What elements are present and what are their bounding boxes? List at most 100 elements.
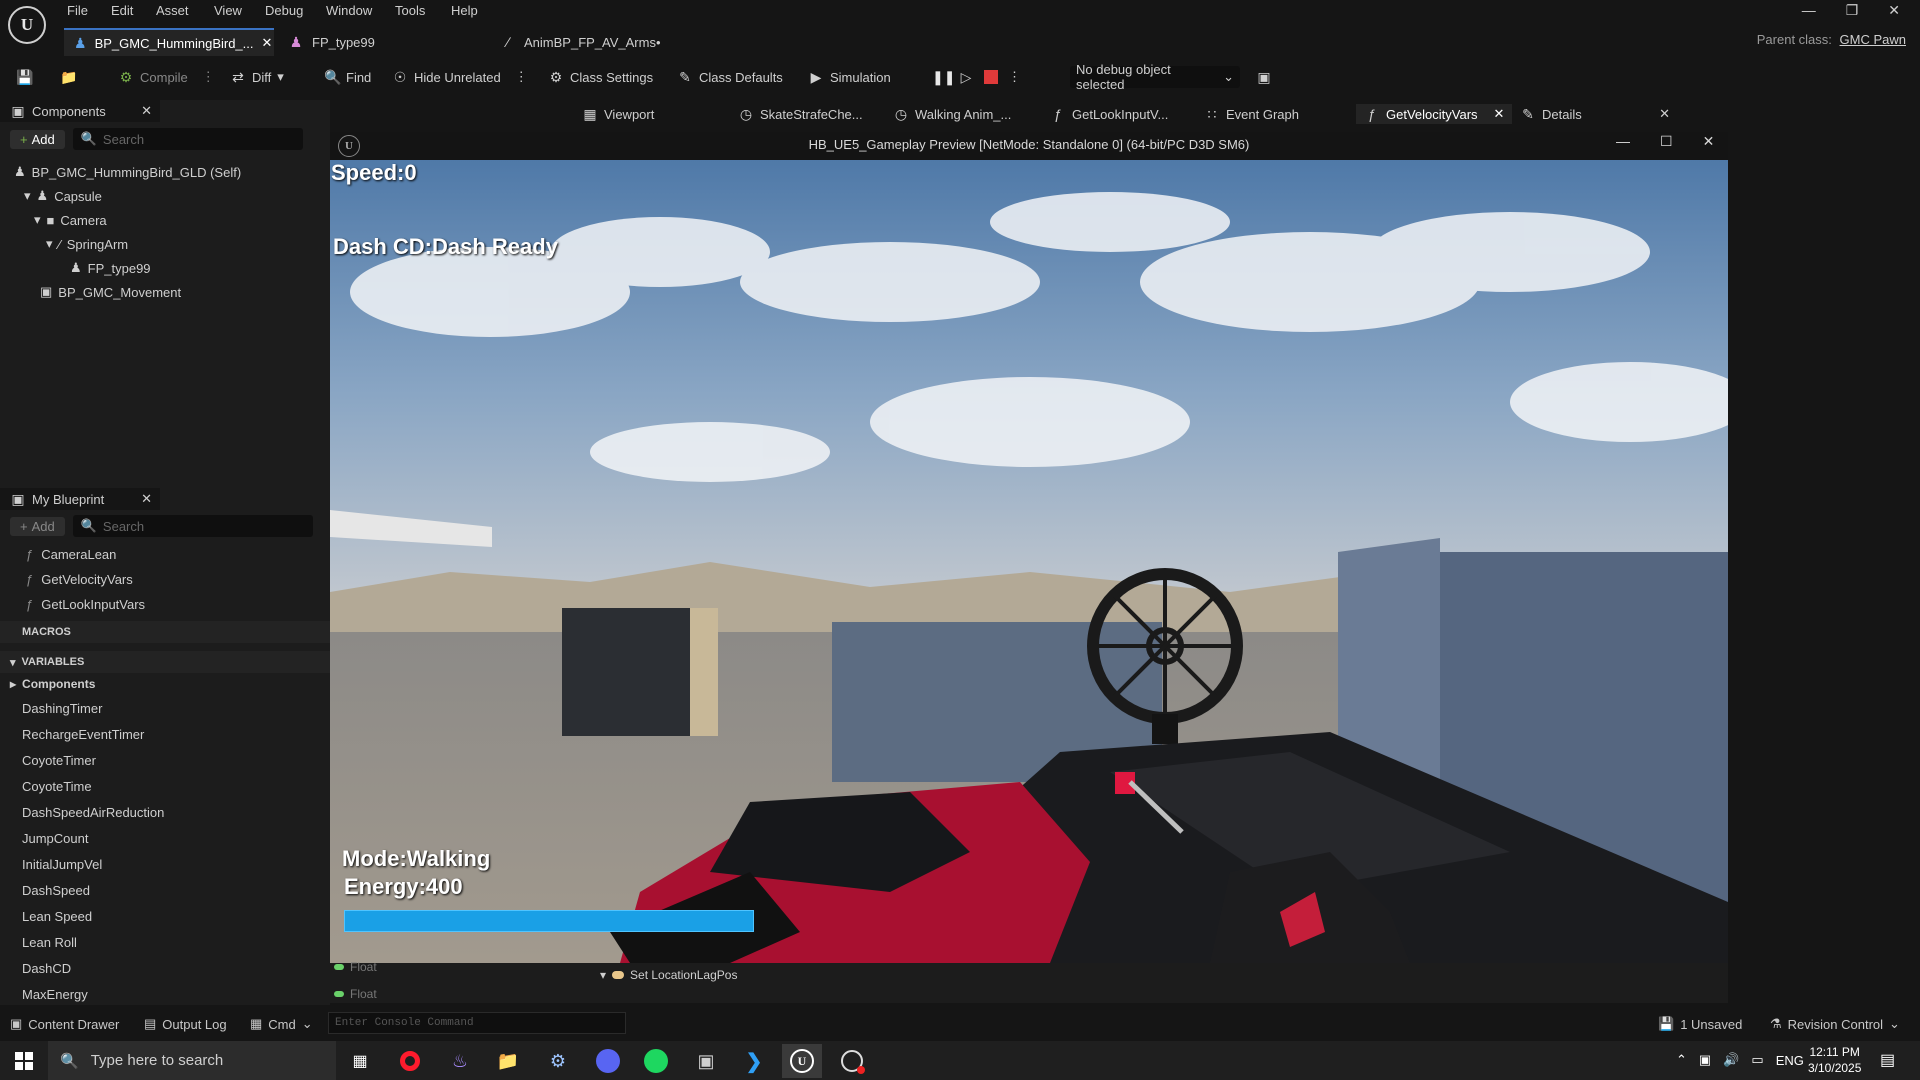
tree-item-camera[interactable]: ▾ ■ Camera (0, 208, 330, 232)
pause-icon[interactable]: ❚❚ (932, 70, 955, 84)
menu-edit[interactable]: Edit (111, 3, 133, 18)
tree-item-self[interactable]: ♟ BP_GMC_HummingBird_GLD (Self) (0, 160, 330, 184)
float-var-row[interactable]: Float (334, 987, 377, 1001)
menu-view[interactable]: View (214, 3, 242, 18)
variable-item[interactable]: DashSpeed (0, 877, 330, 903)
menu-help[interactable]: Help (451, 3, 478, 18)
tab-walking-anim[interactable]: ◷ Walking Anim_... (893, 104, 1011, 124)
tree-item-fp-type99[interactable]: ♟ FP_type99 (0, 256, 330, 280)
save-icon[interactable]: 💾 (16, 66, 33, 88)
menu-window[interactable]: Window (326, 3, 372, 18)
revision-control-button[interactable]: ⚗ Revision Control ⌄ (1770, 1016, 1900, 1032)
stop-icon[interactable] (984, 70, 998, 84)
unreal-taskbar-icon[interactable]: U (782, 1044, 822, 1078)
debug-filter-icon[interactable]: ▣ (1256, 66, 1272, 88)
doc-tab-fp-type99[interactable]: ♟ FP_type99 (278, 28, 458, 56)
variable-item[interactable]: DashingTimer (0, 695, 330, 721)
minimize-icon[interactable]: — (1616, 133, 1630, 150)
find-button[interactable]: 🔍 Find (324, 66, 371, 88)
tree-item-movement[interactable]: ▣ BP_GMC_Movement (0, 280, 330, 304)
steam-icon[interactable]: ⚙ (538, 1044, 578, 1078)
chevron-up-icon[interactable]: ⌃ (1676, 1052, 1687, 1068)
browse-icon[interactable]: 📁 (60, 66, 77, 88)
tab-getvelocityvars[interactable]: ƒ GetVelocityVars ✕ (1356, 104, 1513, 124)
parent-class-link[interactable]: GMC Pawn (1840, 32, 1906, 47)
maximize-icon[interactable]: ☐ (1660, 133, 1673, 150)
more-icon[interactable]: ⋮ (1008, 69, 1021, 85)
menu-file[interactable]: File (67, 3, 88, 18)
content-drawer-button[interactable]: ▣ Content Drawer (10, 1016, 119, 1032)
volume-icon[interactable]: 🔊 (1723, 1052, 1739, 1068)
variable-item[interactable]: CoyoteTimer (0, 747, 330, 773)
function-item[interactable]: ƒ CameraLean (0, 542, 330, 567)
variable-item[interactable]: DashCD (0, 955, 330, 981)
taskbar-search-input[interactable]: 🔍 Type here to search (48, 1041, 336, 1080)
unsaved-indicator[interactable]: 💾 1 Unsaved (1658, 1016, 1742, 1032)
language-indicator[interactable]: ENG (1776, 1053, 1804, 1068)
variable-item[interactable]: Lean Speed (0, 903, 330, 929)
variable-item[interactable]: CoyoteTime (0, 773, 330, 799)
add-component-button[interactable]: + Add (10, 129, 65, 149)
opera-icon[interactable] (390, 1044, 430, 1078)
restore-icon[interactable]: ❐ (1846, 2, 1859, 19)
diff-button[interactable]: ⇄ Diff ▾ (230, 66, 284, 88)
set-locationlagpos-node[interactable]: ▾ Set LocationLagPos (600, 968, 737, 982)
function-item[interactable]: ƒ GetLookInputVars (0, 592, 330, 617)
variable-item[interactable]: RechargeEventTimer (0, 721, 330, 747)
network-icon[interactable]: ▣ (1699, 1052, 1711, 1068)
tree-item-springarm[interactable]: ▾ ∕ SpringArm (0, 232, 330, 256)
variable-item[interactable]: Lean Roll (0, 929, 330, 955)
function-item[interactable]: ƒ GetVelocityVars (0, 567, 330, 592)
tab-getlookinput[interactable]: ƒ GetLookInputV... (1050, 104, 1168, 124)
display-icon[interactable]: ▭ (1751, 1052, 1763, 1068)
add-blueprint-button[interactable]: + Add (10, 516, 65, 536)
taskbar-clock[interactable]: 12:11 PM 3/10/2025 (1808, 1044, 1861, 1076)
macros-category[interactable]: MACROS (0, 621, 330, 643)
close-tab-icon[interactable]: ✕ (1659, 106, 1670, 122)
variables-category[interactable]: ▾ VARIABLES (0, 651, 330, 673)
tab-event-graph[interactable]: ∷ Event Graph (1204, 104, 1299, 124)
tree-item-capsule[interactable]: ▾ ♟ Capsule (0, 184, 330, 208)
tab-viewport[interactable]: ▦ Viewport (582, 104, 654, 124)
close-panel-icon[interactable]: ✕ (141, 103, 152, 119)
hide-unrelated-button[interactable]: ☉ Hide Unrelated ⋮ (392, 66, 528, 88)
task-view-icon[interactable]: ▦ (340, 1044, 380, 1078)
console-command-input[interactable]: Enter Console Command (328, 1012, 626, 1034)
menu-asset[interactable]: Asset (156, 3, 189, 18)
compile-button[interactable]: ⚙ Compile ⋮ (118, 66, 215, 88)
blueprint-search-input[interactable]: 🔍 Search (72, 515, 313, 537)
debug-object-select[interactable]: No debug object selected ⌄ (1070, 62, 1240, 92)
output-log-button[interactable]: ▤ Output Log (144, 1016, 227, 1032)
step-icon[interactable]: ▷ (958, 70, 974, 84)
float-var-row[interactable]: Float (334, 960, 377, 974)
close-tab-icon[interactable]: ✕ (1494, 106, 1505, 122)
close-tab-icon[interactable]: ✕ (262, 35, 273, 51)
variable-item[interactable]: DashSpeedAirReduction (0, 799, 330, 825)
minimize-icon[interactable]: — (1802, 2, 1816, 19)
app-flame-icon[interactable]: ♨ (440, 1044, 480, 1078)
variable-item[interactable]: MaxEnergy (0, 981, 330, 1007)
doc-tab-blueprint[interactable]: ♟ BP_GMC_HummingBird_... ✕ (64, 28, 274, 56)
close-icon[interactable]: ✕ (1703, 133, 1715, 150)
close-icon[interactable]: ✕ (1888, 2, 1900, 19)
doc-tab-animbp[interactable]: ∕ AnimBP_FP_AV_Arms• (490, 28, 690, 56)
close-panel-icon[interactable]: ✕ (141, 491, 152, 507)
tab-skatestrafe[interactable]: ◷ SkateStrafeChe... (738, 104, 863, 124)
tab-details[interactable]: ✎ Details ✕ (1520, 104, 1670, 124)
variable-item[interactable]: JumpCount (0, 825, 330, 851)
file-explorer-icon[interactable]: 📁 (488, 1044, 528, 1078)
cmd-dropdown[interactable]: ▦ Cmd ⌄ (250, 1016, 313, 1032)
app-window-icon[interactable]: ▣ (686, 1044, 726, 1078)
components-category[interactable]: ▸ Components (0, 673, 330, 695)
variable-item[interactable]: InitialJumpVel (0, 851, 330, 877)
discord-icon[interactable] (588, 1044, 628, 1078)
components-search-input[interactable]: 🔍 Search (72, 128, 303, 150)
unreal-logo[interactable]: U (8, 6, 46, 44)
menu-debug[interactable]: Debug (265, 3, 303, 18)
notification-icon[interactable]: ▤ (1880, 1050, 1895, 1070)
menu-tools[interactable]: Tools (395, 3, 425, 18)
app-recorder-icon[interactable] (832, 1044, 872, 1078)
class-settings-button[interactable]: ⚙ Class Settings (548, 66, 653, 88)
spotify-icon[interactable] (636, 1044, 676, 1078)
class-defaults-button[interactable]: ✎ Class Defaults (677, 66, 783, 88)
